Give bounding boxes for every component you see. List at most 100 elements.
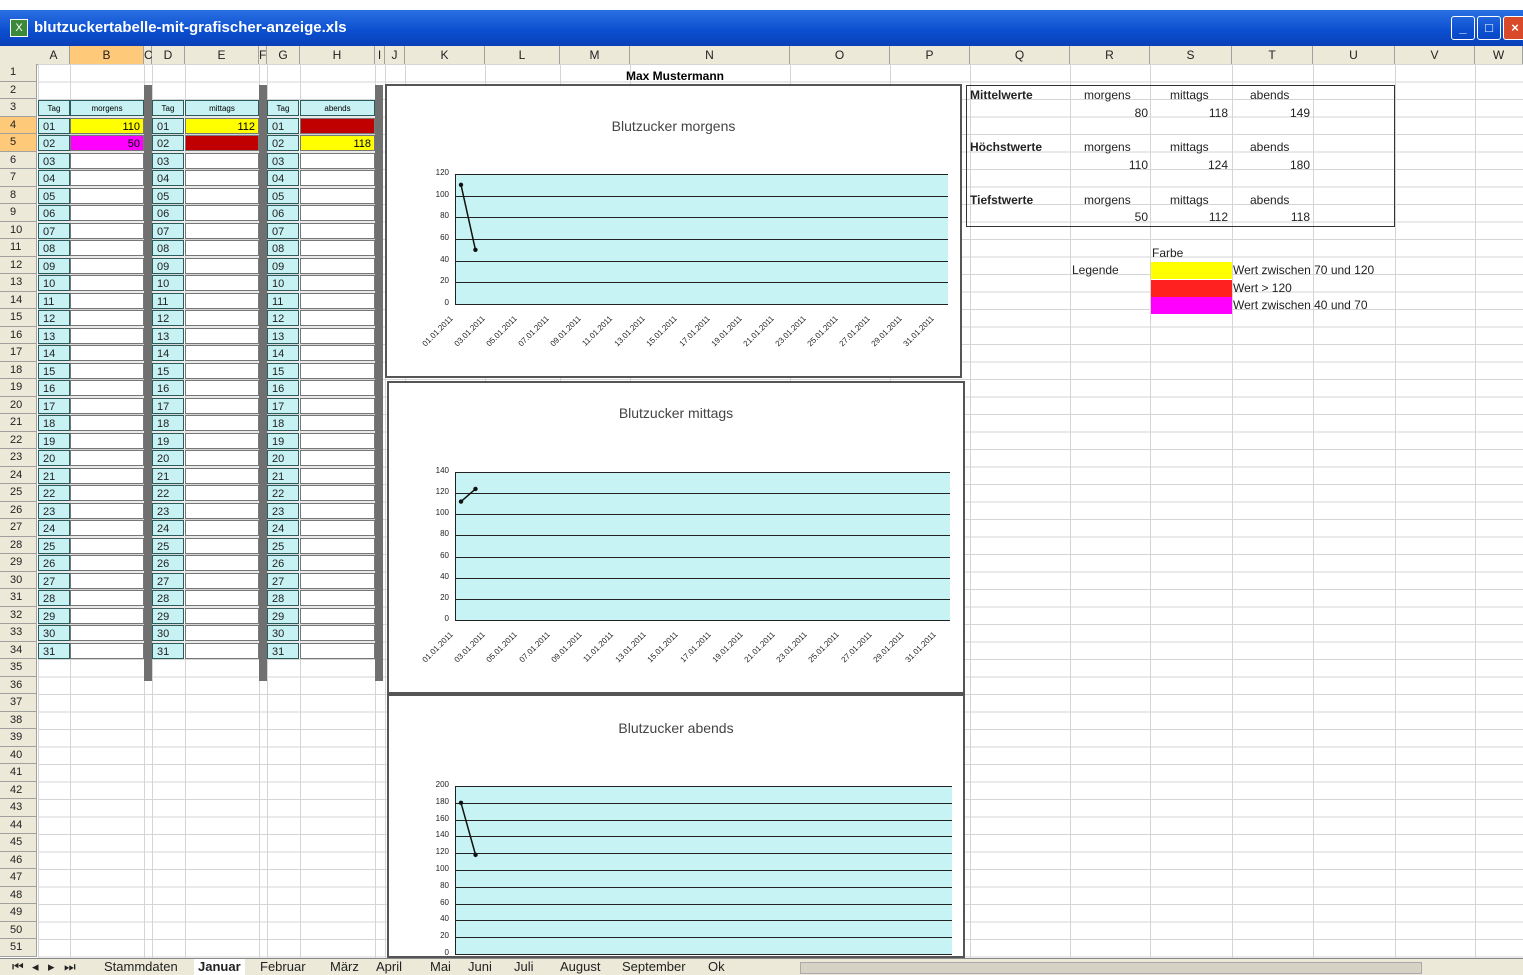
day-cell[interactable]: 26: [267, 555, 299, 571]
morgens-value-cell[interactable]: [70, 467, 144, 484]
row-header-15[interactable]: 15: [0, 309, 37, 327]
sheet-tab-september[interactable]: September: [618, 959, 690, 975]
column-header-S[interactable]: S: [1150, 46, 1232, 64]
row-header-38[interactable]: 38: [0, 711, 37, 729]
morgens-value-cell[interactable]: [70, 432, 144, 449]
day-cell[interactable]: 24: [38, 520, 70, 536]
day-cell[interactable]: 10: [38, 275, 70, 291]
hoechstwerte-abends[interactable]: 180: [1276, 158, 1310, 172]
mittelwerte-abends[interactable]: 149: [1276, 106, 1310, 120]
sheet-tab-märz[interactable]: März: [326, 959, 363, 975]
row-header-8[interactable]: 8: [0, 186, 37, 204]
mittags-value-cell[interactable]: [185, 187, 259, 204]
mittags-value-cell[interactable]: [185, 450, 259, 466]
row-header-23[interactable]: 23: [0, 449, 37, 467]
day-cell[interactable]: 25: [152, 537, 184, 554]
row-header-14[interactable]: 14: [0, 291, 37, 309]
row-header-17[interactable]: 17: [0, 344, 37, 362]
day-cell[interactable]: 07: [152, 222, 184, 239]
day-cell[interactable]: 17: [38, 397, 70, 414]
row-header-51[interactable]: 51: [0, 939, 37, 957]
morgens-value-cell[interactable]: [70, 345, 144, 361]
day-cell[interactable]: 08: [267, 240, 299, 256]
day-cell[interactable]: 02: [38, 135, 70, 151]
day-cell[interactable]: 24: [152, 520, 184, 536]
row-header-36[interactable]: 36: [0, 676, 37, 694]
mittags-value-cell[interactable]: [185, 625, 259, 641]
tab-scroll-next-icon[interactable]: ▸: [44, 959, 59, 975]
morgens-value-cell[interactable]: [70, 555, 144, 571]
abends-value-cell[interactable]: [300, 152, 375, 169]
day-cell[interactable]: 27: [38, 572, 70, 589]
row-header-2[interactable]: 2: [0, 81, 37, 99]
day-cell[interactable]: 04: [152, 170, 184, 186]
sheet-tab-april[interactable]: April: [372, 959, 406, 975]
day-cell[interactable]: 23: [38, 502, 70, 519]
abends-value-cell[interactable]: [300, 607, 375, 624]
morgens-value-cell[interactable]: [70, 152, 144, 169]
sheet-tab-januar[interactable]: Januar: [194, 959, 245, 975]
day-cell[interactable]: 20: [267, 450, 299, 466]
day-cell[interactable]: 22: [267, 485, 299, 501]
day-cell[interactable]: 20: [38, 450, 70, 466]
day-cell[interactable]: 05: [38, 187, 70, 204]
morgens-value-cell[interactable]: [70, 397, 144, 414]
mittags-value-cell[interactable]: [185, 362, 259, 379]
morgens-value-cell[interactable]: [70, 642, 144, 659]
column-header-H[interactable]: H: [300, 46, 375, 64]
day-cell[interactable]: 28: [38, 590, 70, 606]
mittags-value-cell[interactable]: [185, 607, 259, 624]
column-header-R[interactable]: R: [1070, 46, 1150, 64]
abends-value-cell[interactable]: [300, 537, 375, 554]
morgens-value-cell[interactable]: [70, 292, 144, 309]
mittags-value-cell[interactable]: [185, 520, 259, 536]
row-header-46[interactable]: 46: [0, 851, 37, 869]
day-cell[interactable]: 28: [152, 590, 184, 606]
morgens-value-cell[interactable]: [70, 450, 144, 466]
row-header-21[interactable]: 21: [0, 414, 37, 432]
column-header-T[interactable]: T: [1232, 46, 1313, 64]
day-cell[interactable]: 08: [38, 240, 70, 256]
day-cell[interactable]: 09: [152, 257, 184, 274]
row-header-25[interactable]: 25: [0, 484, 37, 502]
morgens-value-cell[interactable]: [70, 607, 144, 624]
day-cell[interactable]: 22: [38, 485, 70, 501]
row-header-9[interactable]: 9: [0, 204, 37, 222]
abends-value-cell[interactable]: [300, 432, 375, 449]
column-header-I[interactable]: I: [375, 46, 385, 64]
day-cell[interactable]: 06: [152, 205, 184, 221]
morgens-value-cell[interactable]: [70, 205, 144, 221]
row-header-33[interactable]: 33: [0, 624, 37, 642]
day-cell[interactable]: 03: [267, 152, 299, 169]
day-cell[interactable]: 17: [267, 397, 299, 414]
column-header-V[interactable]: V: [1395, 46, 1475, 64]
day-cell[interactable]: 02: [152, 135, 184, 151]
maximize-button[interactable]: □: [1477, 16, 1501, 40]
mittags-value-cell[interactable]: [185, 275, 259, 291]
day-cell[interactable]: 30: [267, 625, 299, 641]
sheet-tab-mai[interactable]: Mai: [426, 959, 455, 975]
day-cell[interactable]: 31: [267, 642, 299, 659]
day-cell[interactable]: 18: [267, 415, 299, 431]
day-cell[interactable]: 23: [152, 502, 184, 519]
column-header-O[interactable]: O: [790, 46, 890, 64]
day-cell[interactable]: 11: [267, 292, 299, 309]
mittags-value-cell[interactable]: [185, 292, 259, 309]
day-cell[interactable]: 15: [38, 362, 70, 379]
tiefstwerte-mittags[interactable]: 112: [1196, 210, 1228, 224]
tiefstwerte-abends[interactable]: 118: [1276, 210, 1310, 224]
day-cell[interactable]: 17: [152, 397, 184, 414]
morgens-value-cell[interactable]: [70, 362, 144, 379]
row-header-26[interactable]: 26: [0, 501, 37, 519]
abends-value-cell[interactable]: [300, 327, 375, 344]
day-cell[interactable]: 10: [152, 275, 184, 291]
row-header-31[interactable]: 31: [0, 589, 37, 607]
abends-value-cell[interactable]: [300, 292, 375, 309]
row-header-32[interactable]: 32: [0, 606, 37, 624]
abends-value-cell[interactable]: [300, 467, 375, 484]
column-header-F[interactable]: F: [259, 46, 267, 64]
abends-value-cell[interactable]: 118: [300, 135, 375, 151]
horizontal-scrollbar[interactable]: [800, 962, 1422, 974]
morgens-value-cell[interactable]: [70, 222, 144, 239]
mittelwerte-mittags[interactable]: 118: [1196, 106, 1228, 120]
